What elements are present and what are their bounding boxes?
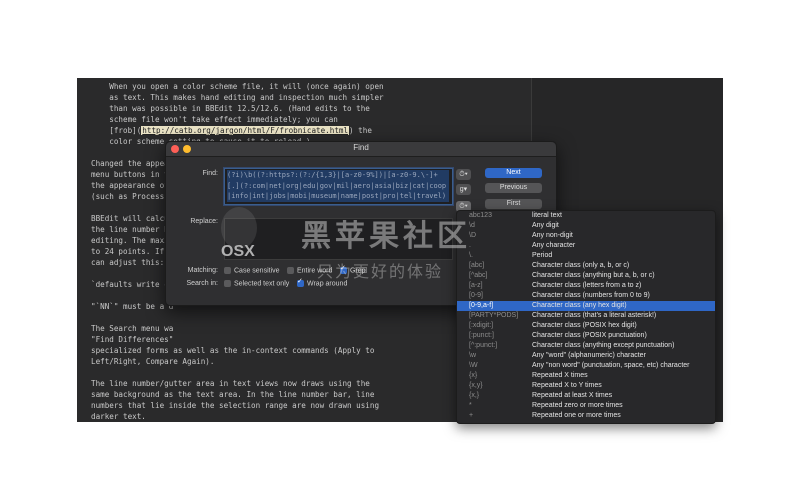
- watermark: OSX 黑苹果社区 只为更好的体验: [213, 205, 543, 285]
- grep-menu-description: Character class (POSIX hex digit): [532, 322, 637, 329]
- code-line: scheme file won't take effect immediatel…: [91, 115, 338, 124]
- grep-menu-item[interactable]: [0-9] Character class (numbers from 0 to …: [457, 291, 715, 301]
- grep-menu-token: [0-9]: [469, 292, 484, 299]
- watermark-brand: OSX: [221, 243, 255, 260]
- grep-menu-token: {x,}: [469, 392, 480, 399]
- grep-menu-item[interactable]: * Repeated zero or more times: [457, 401, 715, 411]
- grep-menu-item[interactable]: \w Any "word" (alphanumeric) character: [457, 351, 715, 361]
- next-button[interactable]: Next: [485, 168, 542, 178]
- find-label: Find:: [202, 170, 218, 177]
- grep-menu-item[interactable]: + Repeated one or more times: [457, 411, 715, 421]
- grep-menu-token: *: [469, 402, 472, 409]
- code-line: When you open a color scheme file, it wi…: [91, 82, 384, 91]
- grep-menu-description: Repeated one or more times: [532, 412, 621, 419]
- code-line: as text. This makes hand editing and ins…: [91, 93, 384, 102]
- grep-menu-token: [:punct:]: [469, 332, 494, 339]
- grep-menu-description: Any "word" (alphanumeric) character: [532, 352, 646, 359]
- grep-menu-description: Character class (POSIX punctuation): [532, 332, 647, 339]
- grep-menu-item[interactable]: [0-9,a-f] Character class (any hex digit): [457, 301, 715, 311]
- grep-menu-description: Repeated X to Y times: [532, 382, 602, 389]
- grep-menu-token: {x}: [469, 372, 478, 379]
- grep-menu-description: Character class (only a, b, or c): [532, 262, 630, 269]
- grep-menu-item[interactable]: [^:punct:] Character class (anything exce…: [457, 341, 715, 351]
- clock-icon: ⏱▾: [459, 171, 468, 178]
- previous-button[interactable]: Previous: [485, 183, 542, 193]
- grep-menu-description: Character class (letters from a to z): [532, 282, 642, 289]
- link-suffix: ) the: [349, 126, 372, 135]
- grep-menu-item[interactable]: \W Any "non word" (punctuation, space, et…: [457, 361, 715, 371]
- grep-menu-description: Character class (anything except punctua…: [532, 342, 675, 349]
- grep-menu-item[interactable]: {x,} Repeated at least X times: [457, 391, 715, 401]
- url-link[interactable]: http://catb.org/jargon/html/F/frobnicate…: [141, 126, 350, 135]
- find-history-popup[interactable]: ⏱▾: [456, 169, 471, 180]
- grep-menu-item[interactable]: [PARTY*PODS] Character class (that's a li…: [457, 311, 715, 321]
- grep-menu-token: [0-9,a-f]: [469, 302, 494, 309]
- find-field-text: (?i)\b((?:https?:(?:/{1,3}|[a-z0-9%])|[a…: [227, 170, 449, 202]
- watermark-title: 黑苹果社区: [301, 220, 471, 253]
- grep-menu-description: Repeated at least X times: [532, 392, 613, 399]
- code-line: than was possible in BBEdit 12.5/12.6. (…: [91, 104, 370, 113]
- grep-menu-token: \W: [469, 362, 478, 369]
- matching-label: Matching:: [187, 267, 218, 274]
- grep-menu-description: Character class (any hex digit): [532, 302, 627, 309]
- grep-menu-token: [PARTY*PODS]: [469, 312, 519, 319]
- grep-pattern-popup[interactable]: g▾: [456, 184, 471, 195]
- watermark-subtitle: 只为更好的体验: [317, 264, 444, 281]
- code-line: [frob](http://catb.org/jargon/html/F/fro…: [91, 125, 521, 136]
- grep-icon: g▾: [459, 186, 468, 193]
- grep-menu-item[interactable]: [:punct:] Character class (POSIX punctuat…: [457, 331, 715, 341]
- grep-menu-description: Repeated zero or more times: [532, 402, 623, 409]
- grep-menu-item[interactable]: {x,y} Repeated X to Y times: [457, 381, 715, 391]
- grep-menu-description: Character class (anything but a, b, or c…: [532, 272, 655, 279]
- grep-menu-description: Character class (that's a literal asteri…: [532, 312, 657, 319]
- grep-menu-description: Any "non word" (punctuation, space, etc)…: [532, 362, 690, 369]
- search-in-label: Search in:: [186, 280, 218, 287]
- grep-menu-description: Repeated X times: [532, 372, 588, 379]
- grep-menu-token: [^:punct:]: [469, 342, 498, 349]
- grep-menu-item[interactable]: {x} Repeated X times: [457, 371, 715, 381]
- grep-menu-token: [:xdigit:]: [469, 322, 494, 329]
- dialog-title: Find: [353, 143, 369, 152]
- grep-menu-description: Character class (numbers from 0 to 9): [532, 292, 650, 299]
- link-prefix: [frob](: [91, 126, 142, 135]
- grep-menu-token: +: [469, 412, 474, 419]
- dialog-titlebar[interactable]: Find: [166, 142, 556, 157]
- grep-menu-item[interactable]: [:xdigit:] Character class (POSIX hex dig…: [457, 321, 715, 331]
- replace-label: Replace:: [190, 218, 218, 225]
- grep-menu-token: {x,y}: [469, 382, 483, 389]
- grep-menu-token: \w: [469, 352, 476, 359]
- find-field[interactable]: (?i)\b((?:https?:(?:/{1,3}|[a-z0-9%])|[a…: [224, 168, 453, 205]
